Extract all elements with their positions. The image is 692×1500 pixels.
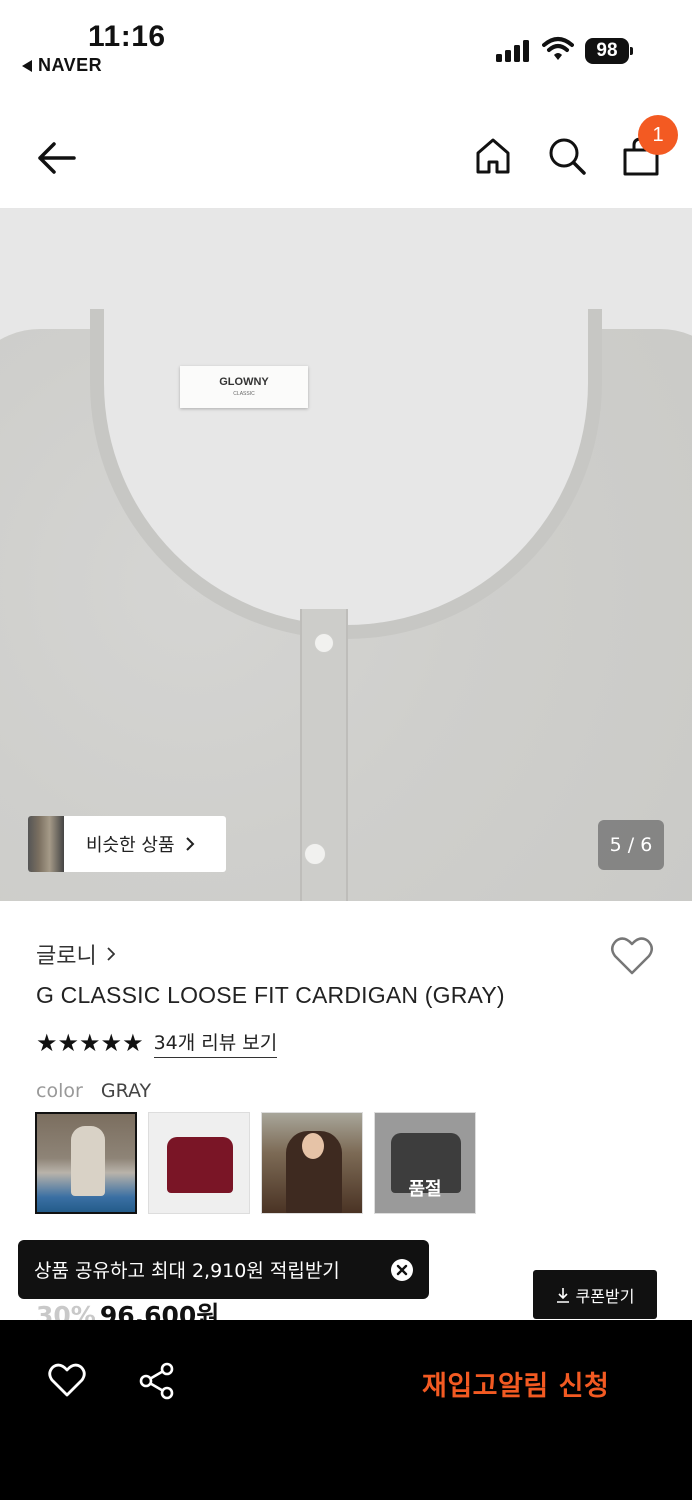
similar-products-label: 비슷한 상품 (86, 835, 175, 856)
swatch-model-face (302, 1133, 324, 1159)
signal-icon (496, 40, 529, 62)
search-icon[interactable] (547, 136, 587, 176)
restock-alert-button[interactable]: 재입고알림 신청 (422, 1364, 609, 1403)
chevron-right-icon (107, 947, 115, 961)
back-to-app-link[interactable]: NAVER (22, 55, 102, 76)
rating-row: ★★★★★ 34개 리뷰 보기 (36, 1028, 278, 1058)
coupon-button[interactable]: 쿠폰받기 (533, 1270, 657, 1319)
battery-cap (630, 47, 633, 55)
color-swatch-gray[interactable] (35, 1112, 137, 1214)
download-icon (556, 1287, 569, 1303)
back-triangle-icon (22, 59, 32, 72)
share-reward-toast[interactable]: 상품 공유하고 최대 2,910원 적립받기 (18, 1240, 429, 1299)
similar-products-button[interactable]: 비슷한 상품 (28, 816, 226, 872)
back-app-label: NAVER (38, 55, 103, 75)
product-title: G CLASSIC LOOSE FIT CARDIGAN (GRAY) (36, 982, 505, 1008)
swatch-garment (167, 1137, 233, 1193)
sale-price: 96,600원 (99, 1301, 220, 1320)
cardigan-button (304, 843, 326, 865)
garment-label-sub: CLASSIC (233, 391, 255, 397)
wishlist-heart-icon[interactable] (610, 936, 654, 976)
heart-icon[interactable] (48, 1362, 86, 1398)
status-bar: 11:16 NAVER 98 (0, 0, 692, 90)
color-selection-label: color GRAY (36, 1080, 151, 1102)
status-time: 11:16 (88, 20, 166, 53)
color-swatches: 품절 (35, 1112, 476, 1214)
share-reward-message: 상품 공유하고 최대 2,910원 적립받기 (34, 1260, 340, 1282)
swatch-model (71, 1126, 105, 1196)
discount-rate: 30% (36, 1301, 96, 1320)
garment-label-brand: GLOWNY (219, 376, 269, 388)
color-swatch-brown[interactable] (261, 1112, 363, 1214)
color-swatch-charcoal[interactable]: 품절 (374, 1112, 476, 1214)
wifi-icon (542, 37, 574, 60)
chevron-right-icon (185, 837, 194, 851)
bottom-action-bar: 재입고알림 신청 (0, 1320, 692, 1500)
home-icon[interactable] (474, 136, 512, 176)
color-value: GRAY (100, 1080, 152, 1102)
brand-name: 글로니 (36, 944, 97, 969)
sold-out-label: 품절 (408, 1179, 442, 1200)
product-image-gallery[interactable]: GLOWNY CLASSIC (0, 209, 692, 901)
battery-indicator: 98 (585, 38, 633, 64)
reviews-link[interactable]: 34개 리뷰 보기 (153, 1028, 278, 1058)
back-arrow-icon[interactable] (34, 138, 78, 178)
color-label: color (36, 1080, 83, 1102)
battery-level: 98 (585, 38, 629, 64)
cardigan-button (314, 633, 334, 653)
cart-count-badge: 1 (638, 115, 678, 155)
rating-stars: ★★★★★ (36, 1029, 144, 1057)
color-swatch-burgundy[interactable] (148, 1112, 250, 1214)
similar-product-thumbnail (28, 816, 64, 872)
image-counter: 5 / 6 (598, 820, 664, 870)
coupon-button-label: 쿠폰받기 (575, 1286, 635, 1306)
garment-label: GLOWNY CLASSIC (180, 366, 308, 408)
share-icon[interactable] (138, 1362, 176, 1400)
brand-link[interactable]: 글로니 (36, 938, 115, 970)
close-icon[interactable] (390, 1258, 414, 1282)
price-row: 30% 96,600원 (36, 1296, 219, 1320)
header-nav: 1 (0, 110, 692, 208)
